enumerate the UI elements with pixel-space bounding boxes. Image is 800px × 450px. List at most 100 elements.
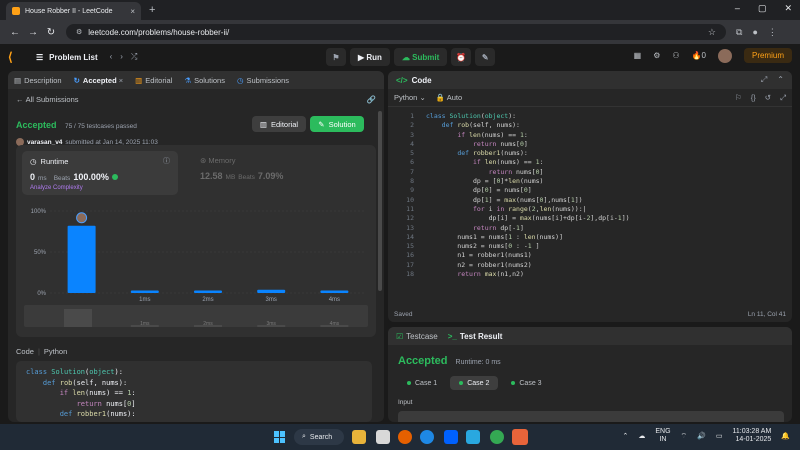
extensions-icon[interactable]: ⧉ xyxy=(736,27,742,38)
timer-icon[interactable]: ⏰ xyxy=(451,48,472,66)
notes-icon[interactable]: ✎ xyxy=(475,48,496,66)
collapse-icon[interactable]: ⌃ xyxy=(777,75,784,85)
minimize-button[interactable]: – xyxy=(735,3,740,14)
amazon-icon[interactable] xyxy=(376,430,390,444)
debug-icon[interactable]: ⚑ xyxy=(326,48,346,66)
tab-submissions[interactable]: ◷ Submissions xyxy=(237,76,289,85)
fullscreen-icon[interactable]: ⤢ xyxy=(780,93,786,103)
forward-icon[interactable]: → xyxy=(24,27,42,38)
pass-dot-icon xyxy=(511,381,516,385)
browser-tab[interactable]: House Robber II - LeetCode × xyxy=(6,2,141,20)
runtime-distribution-chart[interactable]: 100% 50% 0% 1ms 2ms 3ms 4ms 1ms 2ms 3ms 4ms xyxy=(16,201,376,335)
dropbox-icon[interactable] xyxy=(444,430,458,444)
tab-editorial[interactable]: ▥ Editorial xyxy=(135,76,172,85)
leetcode-favicon-icon xyxy=(12,7,20,15)
left-panel-scrollbar[interactable] xyxy=(378,111,382,291)
case-label: Case 3 xyxy=(519,379,542,387)
memory-chip-icon: ⊛ xyxy=(200,156,207,165)
all-submissions-link[interactable]: ← All Submissions 🔗 xyxy=(8,91,384,107)
memory-card[interactable]: ⊛ Memory 12.58 MB Beats 7.09% xyxy=(192,151,362,195)
solution-button[interactable]: ✎ Solution xyxy=(310,116,364,132)
new-tab-button[interactable]: + xyxy=(149,4,155,16)
share-link-icon[interactable]: 🔗 xyxy=(367,95,376,104)
braces-icon[interactable]: {} xyxy=(751,93,756,103)
problem-list-nav[interactable]: ☰ Problem List ‹›⤮ xyxy=(36,52,145,62)
submitted-code-preview[interactable]: class Solution(object): def rob(self, nu… xyxy=(16,361,372,422)
streak-count: 0 xyxy=(701,51,706,60)
tab-accepted[interactable]: ↻ Accepted × xyxy=(74,76,124,85)
editorial-button[interactable]: ▥ Editorial xyxy=(252,116,306,132)
input-value-box[interactable] xyxy=(398,411,784,422)
close-window-button[interactable]: ✕ xyxy=(784,3,792,14)
site-info-icon[interactable]: ⚙ xyxy=(76,28,82,36)
close-tab-icon[interactable]: × xyxy=(119,76,123,85)
language-indicator[interactable]: ENG IN xyxy=(655,428,670,444)
case-tab-3[interactable]: Case 3 xyxy=(502,376,550,390)
submit-button[interactable]: ☁ Submit xyxy=(393,48,448,66)
case-tab-2[interactable]: Case 2 xyxy=(450,376,499,390)
code-line: return nums[0] xyxy=(472,139,528,148)
code-section-header: Code | Python xyxy=(16,347,67,356)
bookmark-star-icon[interactable]: ☆ xyxy=(708,27,716,38)
code-lines[interactable]: class Solution(object): def rob(self, nu… xyxy=(426,109,630,305)
tab-testcase[interactable]: ☑ Testcase xyxy=(396,332,438,341)
prev-next-shuffle-icons[interactable]: ‹›⤮ xyxy=(110,52,146,62)
notifications-icon[interactable]: 🔔 xyxy=(781,432,790,440)
line-number: 10 xyxy=(406,195,414,204)
clock[interactable]: 11:03:28 AM 14-01-2025 xyxy=(732,428,771,444)
streak-fire-icon[interactable]: 🔥0 xyxy=(692,51,706,60)
edge-icon[interactable] xyxy=(420,430,434,444)
tab-test-result[interactable]: >_ Test Result xyxy=(448,332,503,341)
minimap-tick-label: 2ms xyxy=(203,321,213,327)
submission-status: Accepted xyxy=(16,120,57,130)
avatar[interactable] xyxy=(717,48,732,63)
file-explorer-icon[interactable] xyxy=(352,430,366,444)
auto-toggle[interactable]: 🔒 Auto xyxy=(436,93,462,102)
firefox-icon[interactable] xyxy=(398,430,412,444)
language-select[interactable]: Python ⌄ xyxy=(394,93,426,102)
case-tab-1[interactable]: Case 1 xyxy=(398,376,446,390)
y-tick-label: 50% xyxy=(34,250,47,256)
volume-icon[interactable]: 🔊 xyxy=(697,432,706,440)
case-label: Case 1 xyxy=(415,379,438,387)
photos-icon[interactable] xyxy=(466,430,480,444)
profile-icon[interactable]: ● xyxy=(752,27,757,38)
y-tick-label: 0% xyxy=(37,291,46,297)
premium-button[interactable]: Premium xyxy=(743,48,792,63)
reload-icon[interactable]: ↻ xyxy=(42,27,60,38)
taskbar-search[interactable]: ⌕ Search xyxy=(294,429,344,445)
tab-solutions[interactable]: ⚗ Solutions xyxy=(184,76,225,85)
tray-chevron-icon[interactable]: ⌃ xyxy=(623,432,629,440)
maximize-icon[interactable]: ⤢ xyxy=(761,75,767,85)
close-tab-icon[interactable]: × xyxy=(130,7,135,16)
layout-icon[interactable]: ▦ xyxy=(634,51,642,60)
reset-icon[interactable]: ↺ xyxy=(765,93,771,103)
taskbar-search-label: Search xyxy=(309,433,333,441)
token: object xyxy=(89,368,115,376)
windows-start-icon[interactable] xyxy=(274,431,286,443)
leetcode-logo-icon[interactable]: ⟨ xyxy=(8,50,22,64)
maximize-button[interactable]: ▢ xyxy=(758,3,767,14)
line-number: 1 xyxy=(410,112,414,120)
back-icon[interactable]: ← xyxy=(6,27,24,38)
info-icon[interactable]: ⓘ xyxy=(163,156,170,166)
case-label: Case 2 xyxy=(467,379,490,387)
url-field[interactable]: ⚙ leetcode.com/problems/house-robber-ii/… xyxy=(66,24,726,40)
battery-icon[interactable]: ▭ xyxy=(716,432,723,440)
analyze-complexity-link[interactable]: Analyze Complexity xyxy=(30,185,170,191)
memory-label: Memory xyxy=(208,156,236,165)
chrome-icon[interactable] xyxy=(490,430,504,444)
wifi-icon[interactable]: ⌔ xyxy=(681,432,688,441)
beats-badge-icon xyxy=(111,174,118,180)
code-editor[interactable]: 1 2 3 4 5 6 7 8 9 10 11 12 13 14 15 16 17 18 class Soluti… xyxy=(388,109,792,305)
app-q-icon[interactable] xyxy=(512,429,528,445)
menu-dots-icon[interactable]: ⋮ xyxy=(768,27,777,38)
code-line: def robber1(nums): xyxy=(457,149,528,158)
run-button[interactable]: ▶ Run xyxy=(350,48,390,66)
user-add-icon[interactable]: ⚇ xyxy=(672,51,679,60)
tab-description[interactable]: ▤ Description xyxy=(14,76,62,85)
bookmark-icon[interactable]: ⚐ xyxy=(735,93,742,103)
onedrive-icon[interactable]: ☁ xyxy=(638,432,645,440)
runtime-card[interactable]: ◷ Runtime ⓘ 0 ms Beats 100.00% Analyze C… xyxy=(22,151,178,195)
settings-gear-icon[interactable]: ⚙ xyxy=(653,51,660,60)
